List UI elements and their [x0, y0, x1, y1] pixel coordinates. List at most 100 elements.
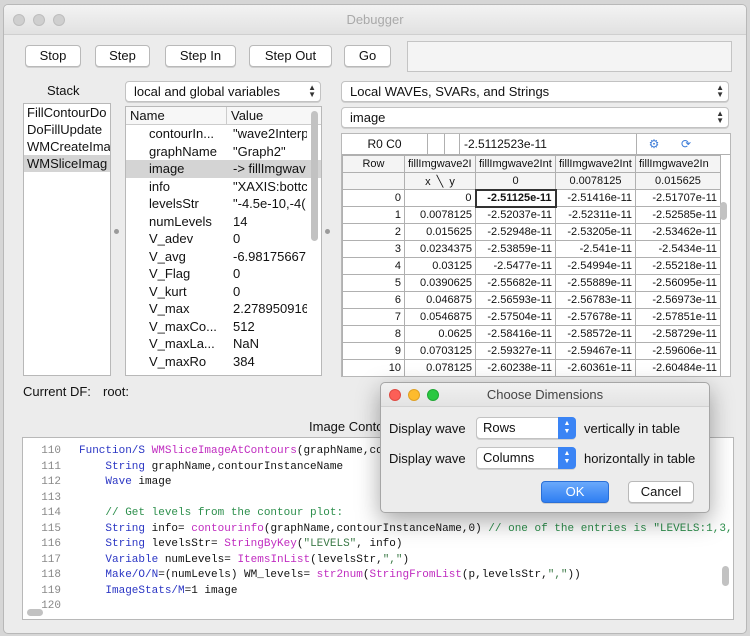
- data-cell[interactable]: -2.60361e-11: [555, 359, 636, 376]
- data-cell[interactable]: -2.58416e-11: [475, 325, 556, 343]
- variable-row[interactable]: V_maxLa... NaN: [126, 335, 321, 353]
- variable-row[interactable]: image -> fillImgwav: [126, 160, 321, 178]
- data-cell[interactable]: -2.60484e-11: [635, 359, 721, 376]
- stack-list[interactable]: FillContourDo DoFillUpdate WMCreateIma WMSl…: [23, 103, 111, 376]
- variables-scrollbar[interactable]: [311, 111, 318, 241]
- wave-header: fillImgwave2I: [404, 155, 476, 173]
- data-cell[interactable]: -2.52948e-11: [475, 223, 556, 241]
- table-row[interactable]: 0 0 -2.51125e-11 -2.51416e-11 -2.51707e-11: [342, 188, 721, 208]
- variables-table[interactable]: Name Value contourIn... "wave2Interp graph…: [125, 106, 322, 376]
- data-cell[interactable]: -2.55682e-11: [475, 274, 556, 292]
- row-dimension-select[interactable]: Rows ▲ ▼: [476, 417, 576, 439]
- data-cell[interactable]: -2.57851e-11: [635, 308, 721, 326]
- data-cell[interactable]: -2.55218e-11: [635, 257, 721, 275]
- variable-scope-select[interactable]: local and global variables ▲ ▼: [125, 81, 321, 102]
- variable-value: 0: [233, 231, 241, 246]
- variable-row[interactable]: V_adev 0: [126, 230, 321, 248]
- variable-row[interactable]: levelsStr "-4.5e-10,-4(: [126, 195, 321, 213]
- minimize-icon[interactable]: [408, 389, 420, 401]
- data-cell[interactable]: -2.56973e-11: [635, 291, 721, 309]
- table-row[interactable]: 7 0.0546875 -2.57504e-11 -2.57678e-11 -2.578…: [342, 308, 721, 326]
- code-line[interactable]: 120: [27, 599, 733, 615]
- table-row[interactable]: 2 0.015625 -2.52948e-11 -2.53205e-11 -2.5346…: [342, 223, 721, 241]
- ok-button[interactable]: OK: [541, 481, 609, 503]
- splitter-handle-2[interactable]: [325, 229, 330, 234]
- data-cell[interactable]: -2.51125e-11: [474, 188, 557, 208]
- data-cell[interactable]: -2.51416e-11: [555, 189, 636, 207]
- stack-item[interactable]: WMCreateIma: [24, 138, 110, 155]
- wave-table[interactable]: R0 C0 -2.5112523e-11 ⚙ ⟳ Row fillImgwave2…: [341, 133, 731, 377]
- data-cell[interactable]: -2.53462e-11: [635, 223, 721, 241]
- wave-scrollbar[interactable]: [720, 202, 727, 220]
- table-row[interactable]: 1 0.0078125 -2.52037e-11 -2.52311e-11 -2.525…: [342, 206, 721, 224]
- stack-item[interactable]: DoFillUpdate: [24, 121, 110, 138]
- data-cell[interactable]: -2.541e-11: [555, 240, 636, 258]
- name-column-header[interactable]: Name: [126, 107, 227, 124]
- code-horizontal-scrollbar[interactable]: [27, 609, 43, 616]
- variable-row[interactable]: graphName "Graph2": [126, 143, 321, 161]
- variable-row[interactable]: V_max 2.278950916: [126, 300, 321, 318]
- wave-data-grid[interactable]: Row fillImgwave2I fillImgwave2Int fillImgwa…: [342, 155, 721, 376]
- column-dimension-select[interactable]: Columns ▲ ▼: [476, 447, 576, 469]
- data-cell[interactable]: -2.57678e-11: [555, 308, 636, 326]
- code-line[interactable]: 119 ImageStats/M=1 image: [27, 584, 733, 600]
- step-in-button[interactable]: Step In: [165, 45, 236, 67]
- table-row[interactable]: 4 0.03125 -2.5477e-11 -2.54994e-11 -2.55218e…: [342, 257, 721, 275]
- data-cell[interactable]: -2.52037e-11: [475, 206, 556, 224]
- table-row[interactable]: 8 0.0625 -2.58416e-11 -2.58572e-11 -2.58729e…: [342, 325, 721, 343]
- data-cell[interactable]: -2.56593e-11: [475, 291, 556, 309]
- table-row[interactable]: 3 0.0234375 -2.53859e-11 -2.541e-11 -2.5434e…: [342, 240, 721, 258]
- code-vertical-scrollbar[interactable]: [722, 566, 729, 586]
- data-cell[interactable]: -2.59327e-11: [475, 342, 556, 360]
- data-cell[interactable]: -2.57504e-11: [475, 308, 556, 326]
- data-cell[interactable]: -2.58729e-11: [635, 325, 721, 343]
- variable-row[interactable]: V_Flag 0: [126, 265, 321, 283]
- variable-row[interactable]: V_avg -6.98175667: [126, 248, 321, 266]
- data-cell[interactable]: -2.59467e-11: [555, 342, 636, 360]
- variable-row[interactable]: V_maxCo... 512: [126, 318, 321, 336]
- data-cell[interactable]: -2.54994e-11: [555, 257, 636, 275]
- data-cell[interactable]: -2.53205e-11: [555, 223, 636, 241]
- stack-item[interactable]: FillContourDo: [24, 104, 110, 121]
- code-line[interactable]: 115 String info= contourinfo(graphName,c…: [27, 522, 733, 538]
- value-column-header[interactable]: Value: [227, 107, 307, 124]
- refresh-icon[interactable]: ⟳: [671, 134, 701, 154]
- data-cell[interactable]: -2.53859e-11: [475, 240, 556, 258]
- code-line[interactable]: 117 Variable numLevels= ItemsInList(leve…: [27, 553, 733, 569]
- variable-row[interactable]: V_kurt 0: [126, 283, 321, 301]
- data-cell[interactable]: -2.5434e-11: [635, 240, 721, 258]
- data-cell[interactable]: -2.55889e-11: [555, 274, 636, 292]
- variable-row[interactable]: contourIn... "wave2Interp: [126, 125, 321, 143]
- go-button[interactable]: Go: [344, 45, 391, 67]
- stop-button[interactable]: Stop: [25, 45, 81, 67]
- wave-type-select[interactable]: Local WAVEs, SVARs, and Strings ▲ ▼: [341, 81, 729, 102]
- table-row[interactable]: 9 0.0703125 -2.59327e-11 -2.59467e-11 -2.596…: [342, 342, 721, 360]
- step-button[interactable]: Step: [95, 45, 150, 67]
- data-cell[interactable]: -2.52585e-11: [635, 206, 721, 224]
- table-row[interactable]: 6 0.046875 -2.56593e-11 -2.56783e-11 -2.5697…: [342, 291, 721, 309]
- table-row[interactable]: 10 0.078125 -2.60238e-11 -2.60361e-11 -2.604…: [342, 359, 721, 376]
- variable-row[interactable]: info "XAXIS:bottc: [126, 178, 321, 196]
- data-cell[interactable]: -2.56095e-11: [635, 274, 721, 292]
- data-cell[interactable]: -2.58572e-11: [555, 325, 636, 343]
- cell-value-entry[interactable]: -2.5112523e-11: [460, 134, 637, 154]
- data-cell[interactable]: -2.52311e-11: [555, 206, 636, 224]
- data-cell[interactable]: -2.60238e-11: [475, 359, 556, 376]
- data-cell[interactable]: -2.56783e-11: [555, 291, 636, 309]
- table-row[interactable]: 5 0.0390625 -2.55682e-11 -2.55889e-11 -2.560…: [342, 274, 721, 292]
- cancel-button[interactable]: Cancel: [628, 481, 694, 503]
- data-cell[interactable]: -2.59606e-11: [635, 342, 721, 360]
- data-cell[interactable]: -2.51707e-11: [635, 189, 721, 207]
- settings-gear-icon[interactable]: ⚙: [637, 134, 671, 154]
- code-line[interactable]: 118 Make/O/N=(numLevels) WM_levels= str2…: [27, 568, 733, 584]
- close-icon[interactable]: [389, 389, 401, 401]
- data-cell[interactable]: -2.5477e-11: [475, 257, 556, 275]
- code-line[interactable]: 116 String levelsStr= StringByKey("LEVEL…: [27, 537, 733, 553]
- stack-item[interactable]: WMSliceImag: [24, 155, 110, 172]
- zoom-icon[interactable]: [427, 389, 439, 401]
- step-out-button[interactable]: Step Out: [249, 45, 332, 67]
- splitter-handle[interactable]: [114, 229, 119, 234]
- variable-row[interactable]: numLevels 14: [126, 213, 321, 231]
- wave-select[interactable]: image ▲ ▼: [341, 107, 729, 128]
- variable-row[interactable]: V_maxRo 384: [126, 353, 321, 371]
